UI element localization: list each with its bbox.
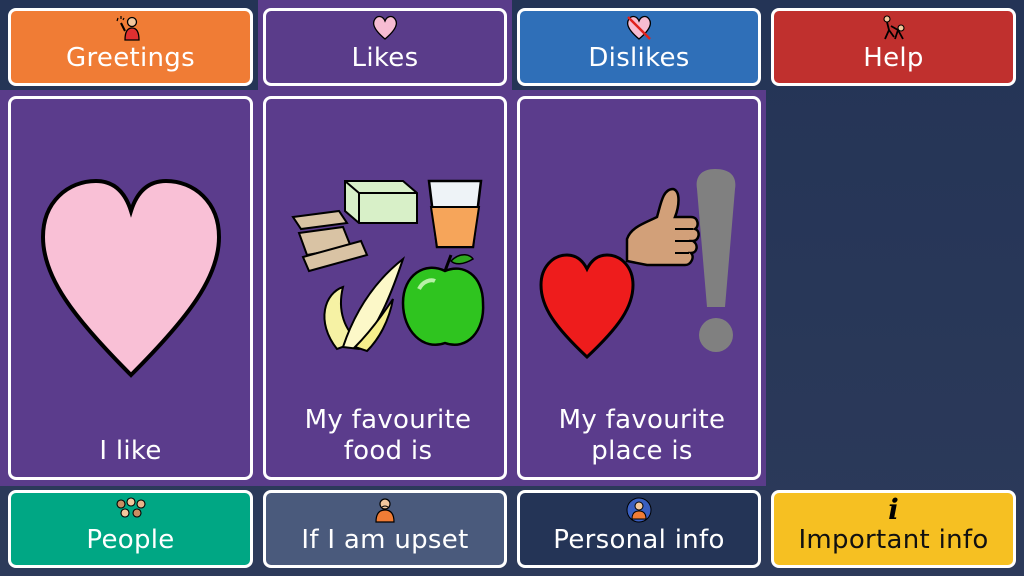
- favourite-food-label: My favourite food is: [304, 405, 472, 466]
- helping-person-icon: [882, 15, 905, 40]
- favourite-place-card[interactable]: My favourite place is: [517, 96, 761, 480]
- help-label: Help: [863, 43, 924, 73]
- greetings-label: Greetings: [66, 43, 195, 73]
- i-like-card[interactable]: I like: [8, 96, 253, 480]
- personal-info-label: Personal info: [553, 525, 725, 555]
- heart-thumbs-up-exclamation-icon: [539, 169, 736, 360]
- help-button[interactable]: Help: [771, 8, 1016, 86]
- dislikes-label: Dislikes: [588, 43, 690, 73]
- greetings-button[interactable]: Greetings: [8, 8, 253, 86]
- pink-heart-icon: [40, 178, 221, 378]
- important-info-label: Important info: [798, 525, 989, 555]
- people-label: People: [86, 525, 175, 555]
- likes-label: Likes: [351, 43, 419, 73]
- heart-icon: [372, 15, 398, 40]
- upset-person-icon: [375, 498, 395, 523]
- important-info-button[interactable]: i Important info: [771, 490, 1016, 568]
- group-of-people-icon: [115, 497, 146, 518]
- if-i-am-upset-label: If I am upset: [301, 525, 469, 555]
- waving-person-icon: [115, 16, 140, 41]
- dislikes-button[interactable]: Dislikes: [517, 8, 761, 86]
- if-i-am-upset-button[interactable]: If I am upset: [263, 490, 507, 568]
- food-icon: [291, 179, 485, 353]
- i-like-label: I like: [99, 436, 162, 466]
- personal-info-button[interactable]: Personal info: [517, 490, 761, 568]
- likes-button[interactable]: Likes: [263, 8, 507, 86]
- favourite-place-label: My favourite place is: [558, 405, 726, 466]
- personal-info-icon: [626, 497, 652, 523]
- crossed-heart-icon: [626, 15, 652, 40]
- people-button[interactable]: People: [8, 490, 253, 568]
- favourite-food-card[interactable]: My favourite food is: [263, 96, 507, 480]
- info-icon: i: [888, 493, 899, 526]
